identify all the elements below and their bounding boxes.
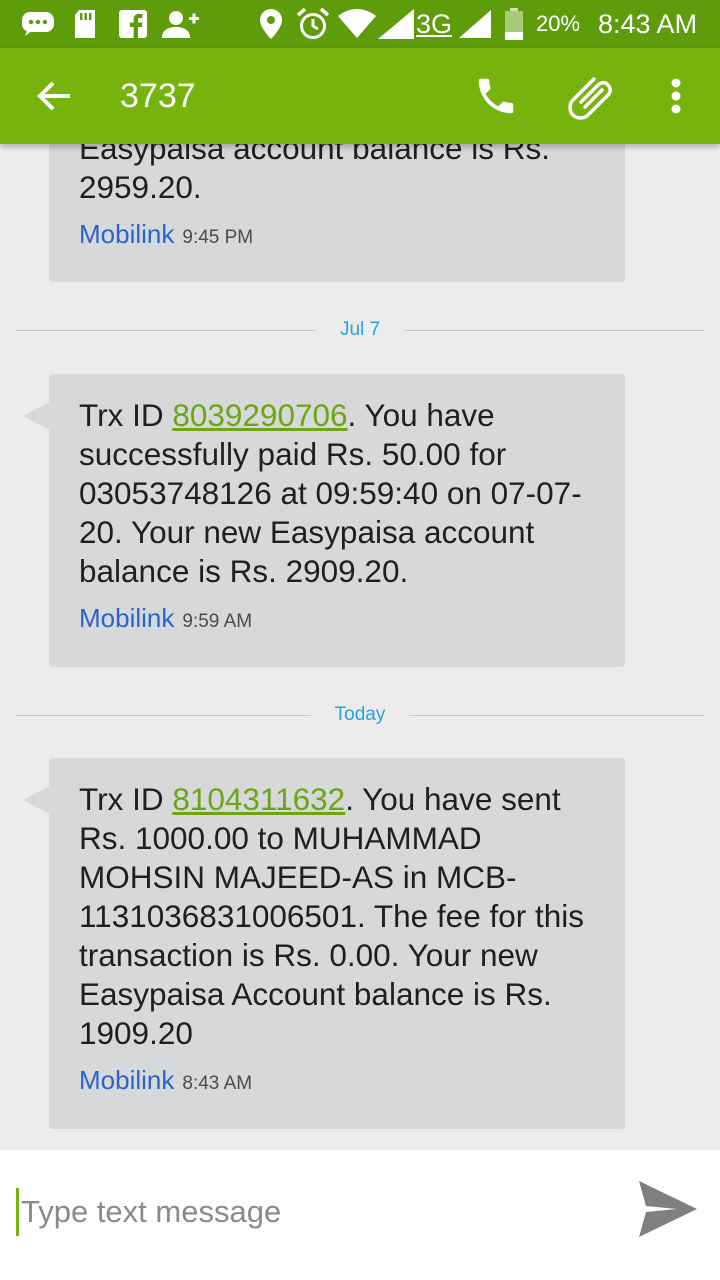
message-text: Easypaisa account balance is Rs. 2959.20… [79,144,551,205]
call-button[interactable] [468,72,524,120]
message-meta: Mobilink 9:59 AM [79,603,595,634]
battery-icon [503,8,525,40]
message-text: Trx ID 8039290706. You have successfully… [79,397,582,589]
back-arrow-icon [37,81,70,111]
conversation-title: 3737 [120,77,196,115]
date-divider: Today [16,700,705,730]
network-type: 3G [416,9,453,39]
send-icon [639,1181,697,1237]
message-input[interactable] [16,1188,596,1236]
more-vert-icon [671,78,681,114]
message-bubble[interactable]: Easypaisa account balance is Rs. 2959.20… [49,144,625,282]
facebook-icon [118,8,148,40]
message-time: 8:43 AM [182,1073,253,1094]
attachment-icon [568,77,612,120]
back-button[interactable] [30,72,78,120]
message-meta: Mobilink 9:45 PM [79,219,595,250]
phone-icon [478,78,514,114]
date-divider: Jul 7 [16,315,705,345]
wifi-icon [338,8,376,40]
app-bar: 3737 [0,48,720,144]
more-options-button[interactable] [648,72,704,120]
attach-button[interactable] [562,72,618,120]
battery-level: 20% [536,11,581,36]
message-list[interactable]: Easypaisa account balance is Rs. 2959.20… [0,144,720,1150]
message-sender: Mobilink [79,603,175,633]
cellular-signal-icon [376,8,416,40]
compose-bar [0,1150,720,1280]
date-divider-label: Jul 7 [339,319,381,340]
location-icon [258,8,284,40]
cellular-signal-2-icon [458,8,492,40]
chat-notification-icon [20,8,56,40]
message-sender: Mobilink [79,219,175,249]
trx-id-link[interactable]: 8104311632 [172,781,345,817]
sd-card-icon [72,8,98,40]
message-time: 9:45 PM [182,227,254,248]
message-bubble[interactable]: Trx ID 8039290706. You have successfully… [23,374,625,667]
message-text: Trx ID 8104311632. You have sent Rs. 100… [79,781,584,1051]
status-bar: 3G 20% 8:43 AM [0,0,720,48]
message-meta: Mobilink 8:43 AM [79,1065,595,1096]
add-contact-icon [162,8,200,40]
trx-id-link[interactable]: 8039290706 [172,397,347,433]
message-bubble[interactable]: Trx ID 8104311632. You have sent Rs. 100… [23,758,625,1129]
message-time: 9:59 AM [182,611,253,632]
clock: 8:43 AM [598,9,698,39]
message-sender: Mobilink [79,1065,175,1095]
send-button[interactable] [632,1176,704,1242]
alarm-icon [296,8,330,40]
date-divider-label: Today [334,704,386,725]
